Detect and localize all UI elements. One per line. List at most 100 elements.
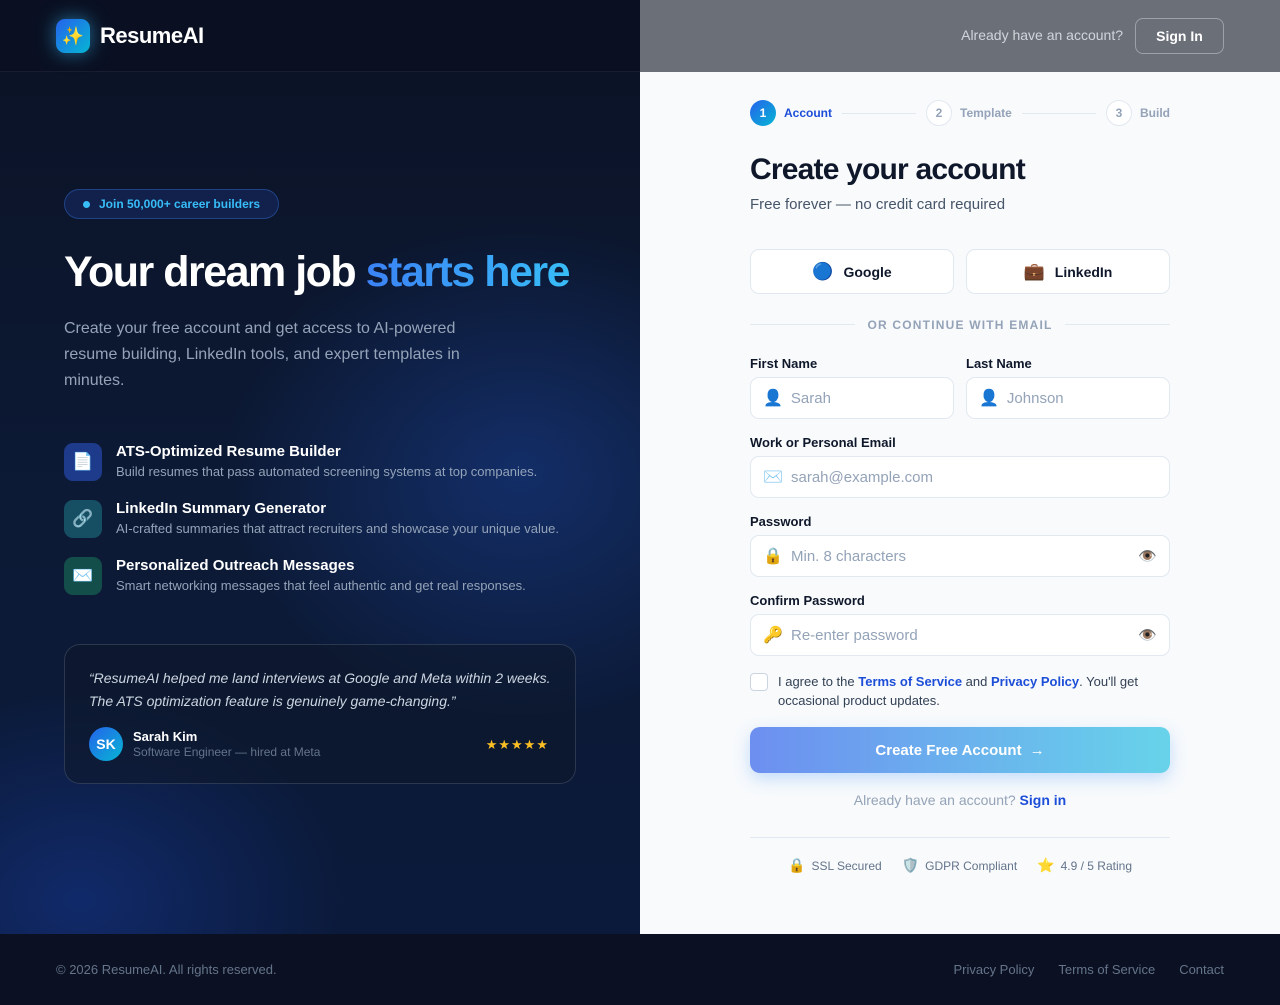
footer-privacy-link[interactable]: Privacy Policy — [953, 962, 1034, 977]
footer: © 2026 ResumeAI. All rights reserved. Pr… — [0, 934, 1280, 1005]
trust-badges: 🔒 SSL Secured 🛡️ GDPR Compliant ⭐ 4.9 / … — [750, 857, 1170, 874]
first-name-field[interactable]: 👤 — [750, 377, 990, 419]
password-field[interactable]: 🔒 👁️ — [750, 535, 1170, 577]
divider-line — [1065, 324, 1170, 325]
sign-in-link[interactable]: Sign in — [1020, 792, 1067, 808]
trust-label: SSL Secured — [811, 858, 882, 873]
show-confirm-password-icon[interactable]: 👁️ — [1138, 626, 1157, 644]
hero-title: Your dream job starts here — [64, 248, 571, 297]
terms-text: I agree to the Terms of Service and Priv… — [778, 672, 1170, 710]
step-label: Template — [960, 106, 1012, 120]
terms-checkbox[interactable] — [750, 673, 768, 691]
testimonial-quote: “ResumeAI helped me land interviews at G… — [89, 670, 551, 709]
last-name-label: Last Name — [966, 356, 1032, 371]
feature-title: ATS-Optimized Resume Builder — [116, 443, 341, 460]
signin-prompt-text: Already have an account? — [853, 792, 1020, 808]
user-icon: 👤 — [763, 390, 783, 407]
stepper: 1 Account 2 Template 3 Build — [750, 100, 1170, 126]
badge-text: Join 50,000+ career builders — [99, 197, 261, 211]
step-label: Build — [1140, 106, 1170, 120]
brand-name: ResumeAI — [100, 23, 204, 48]
briefcase-icon: 💼 — [1023, 261, 1045, 281]
link-icon: 🔗 — [64, 500, 102, 538]
trust-divider — [750, 837, 1170, 838]
confirm-password-field[interactable]: 🔑 👁️ — [750, 614, 1170, 656]
linkedin-signup-button[interactable]: 💼 LinkedIn — [966, 249, 1170, 294]
logo[interactable]: ✨ ResumeAI — [56, 19, 204, 53]
step-label: Account — [784, 106, 832, 120]
create-account-button[interactable]: Create Free Account → — [750, 727, 1170, 773]
step-connector — [1022, 113, 1096, 114]
or-divider: OR CONTINUE WITH EMAIL — [750, 318, 1170, 332]
step-number: 2 — [926, 100, 952, 126]
lock-icon: 🔒 — [763, 548, 783, 565]
email-input[interactable] — [791, 468, 1157, 486]
dot-icon — [83, 200, 90, 208]
confirm-password-input[interactable] — [791, 626, 1131, 644]
footer-terms-link[interactable]: Terms of Service — [1058, 962, 1155, 977]
hero-panel: ✨ ResumeAI Join 50,000+ career builders … — [0, 0, 640, 934]
testimonial-card: “ResumeAI helped me land interviews at G… — [64, 644, 576, 784]
step-build: 3 Build — [1106, 100, 1170, 126]
copyright: © 2026 ResumeAI. All rights reserved. — [56, 962, 277, 977]
feature-item: 📄 ATS-Optimized Resume Builder Build res… — [64, 443, 604, 481]
terms-prefix: I agree to the — [778, 674, 859, 689]
show-password-icon[interactable]: 👁️ — [1138, 547, 1157, 565]
hero-title-accent: starts here — [365, 248, 571, 296]
last-name-field[interactable]: 👤 — [966, 377, 1206, 419]
trust-label: 4.9 / 5 Rating — [1060, 858, 1132, 873]
feature-desc: AI-crafted summaries that attract recrui… — [116, 521, 559, 536]
privacy-policy-link[interactable]: Privacy Policy — [991, 674, 1079, 689]
document-icon: 📄 — [64, 443, 102, 481]
star-rating-icon: ★★★★★ — [485, 737, 549, 752]
feature-item: ✉️ Personalized Outreach Messages Smart … — [64, 557, 604, 595]
testimonial-author: SK Sarah Kim Software Engineer — hired a… — [89, 727, 320, 761]
social-proof-badge: Join 50,000+ career builders — [64, 189, 280, 219]
shield-icon: 🛡️ — [901, 857, 920, 873]
confirm-password-label: Confirm Password — [750, 593, 865, 608]
form-title: Create your account — [750, 153, 1026, 186]
divider-text: OR CONTINUE WITH EMAIL — [867, 318, 1053, 332]
email-field[interactable]: ✉️ — [750, 456, 1170, 498]
sign-in-button[interactable]: Sign In — [1135, 18, 1224, 54]
envelope-icon: ✉️ — [763, 469, 783, 486]
footer-contact-link[interactable]: Contact — [1179, 962, 1224, 977]
feature-title: LinkedIn Summary Generator — [116, 500, 327, 517]
lock-icon: 🔒 — [788, 857, 806, 873]
password-input[interactable] — [791, 547, 1131, 565]
avatar: SK — [89, 727, 123, 761]
step-template: 2 Template — [926, 100, 1012, 126]
step-number: 3 — [1106, 100, 1132, 126]
key-icon: 🔑 — [763, 627, 783, 644]
first-name-label: First Name — [750, 356, 818, 371]
linkedin-label: LinkedIn — [1054, 263, 1113, 280]
trust-label: GDPR Compliant — [925, 858, 1018, 873]
cta-label: Create Free Account — [875, 741, 1022, 759]
hero-title-main: Your dream job — [64, 248, 366, 296]
first-name-input[interactable] — [790, 389, 990, 407]
signin-prompt: Already have an account? Sign in — [750, 792, 1170, 808]
hero-subtitle: Create your free account and get access … — [64, 320, 460, 389]
feature-item: 🔗 LinkedIn Summary Generator AI-crafted … — [64, 500, 604, 538]
google-signup-button[interactable]: 🔵 Google — [750, 249, 954, 294]
user-icon: 👤 — [979, 390, 999, 407]
author-role: Software Engineer — hired at Meta — [133, 745, 321, 759]
envelope-icon: ✉️ — [64, 557, 102, 595]
trust-item-ssl: 🔒 SSL Secured — [788, 857, 882, 874]
star-icon: ⭐ — [1037, 857, 1055, 873]
step-number: 1 — [750, 100, 776, 126]
password-label: Password — [750, 514, 812, 529]
last-name-input[interactable] — [1006, 389, 1206, 407]
feature-title: Personalized Outreach Messages — [116, 557, 355, 574]
author-name: Sarah Kim — [133, 729, 198, 744]
right-header: Already have an account? Sign In — [640, 0, 1280, 72]
google-label: Google — [843, 263, 892, 280]
google-icon: 🔵 — [812, 261, 834, 281]
step-account: 1 Account — [750, 100, 832, 126]
sparkle-icon: ✨ — [56, 19, 90, 53]
terms-and: and — [962, 674, 991, 689]
terms-of-service-link[interactable]: Terms of Service — [858, 674, 962, 689]
trust-item-rating: ⭐ 4.9 / 5 Rating — [1037, 857, 1132, 874]
signup-panel: Already have an account? Sign In 1 Accou… — [640, 0, 1280, 934]
terms-agreement: I agree to the Terms of Service and Priv… — [750, 672, 1170, 710]
